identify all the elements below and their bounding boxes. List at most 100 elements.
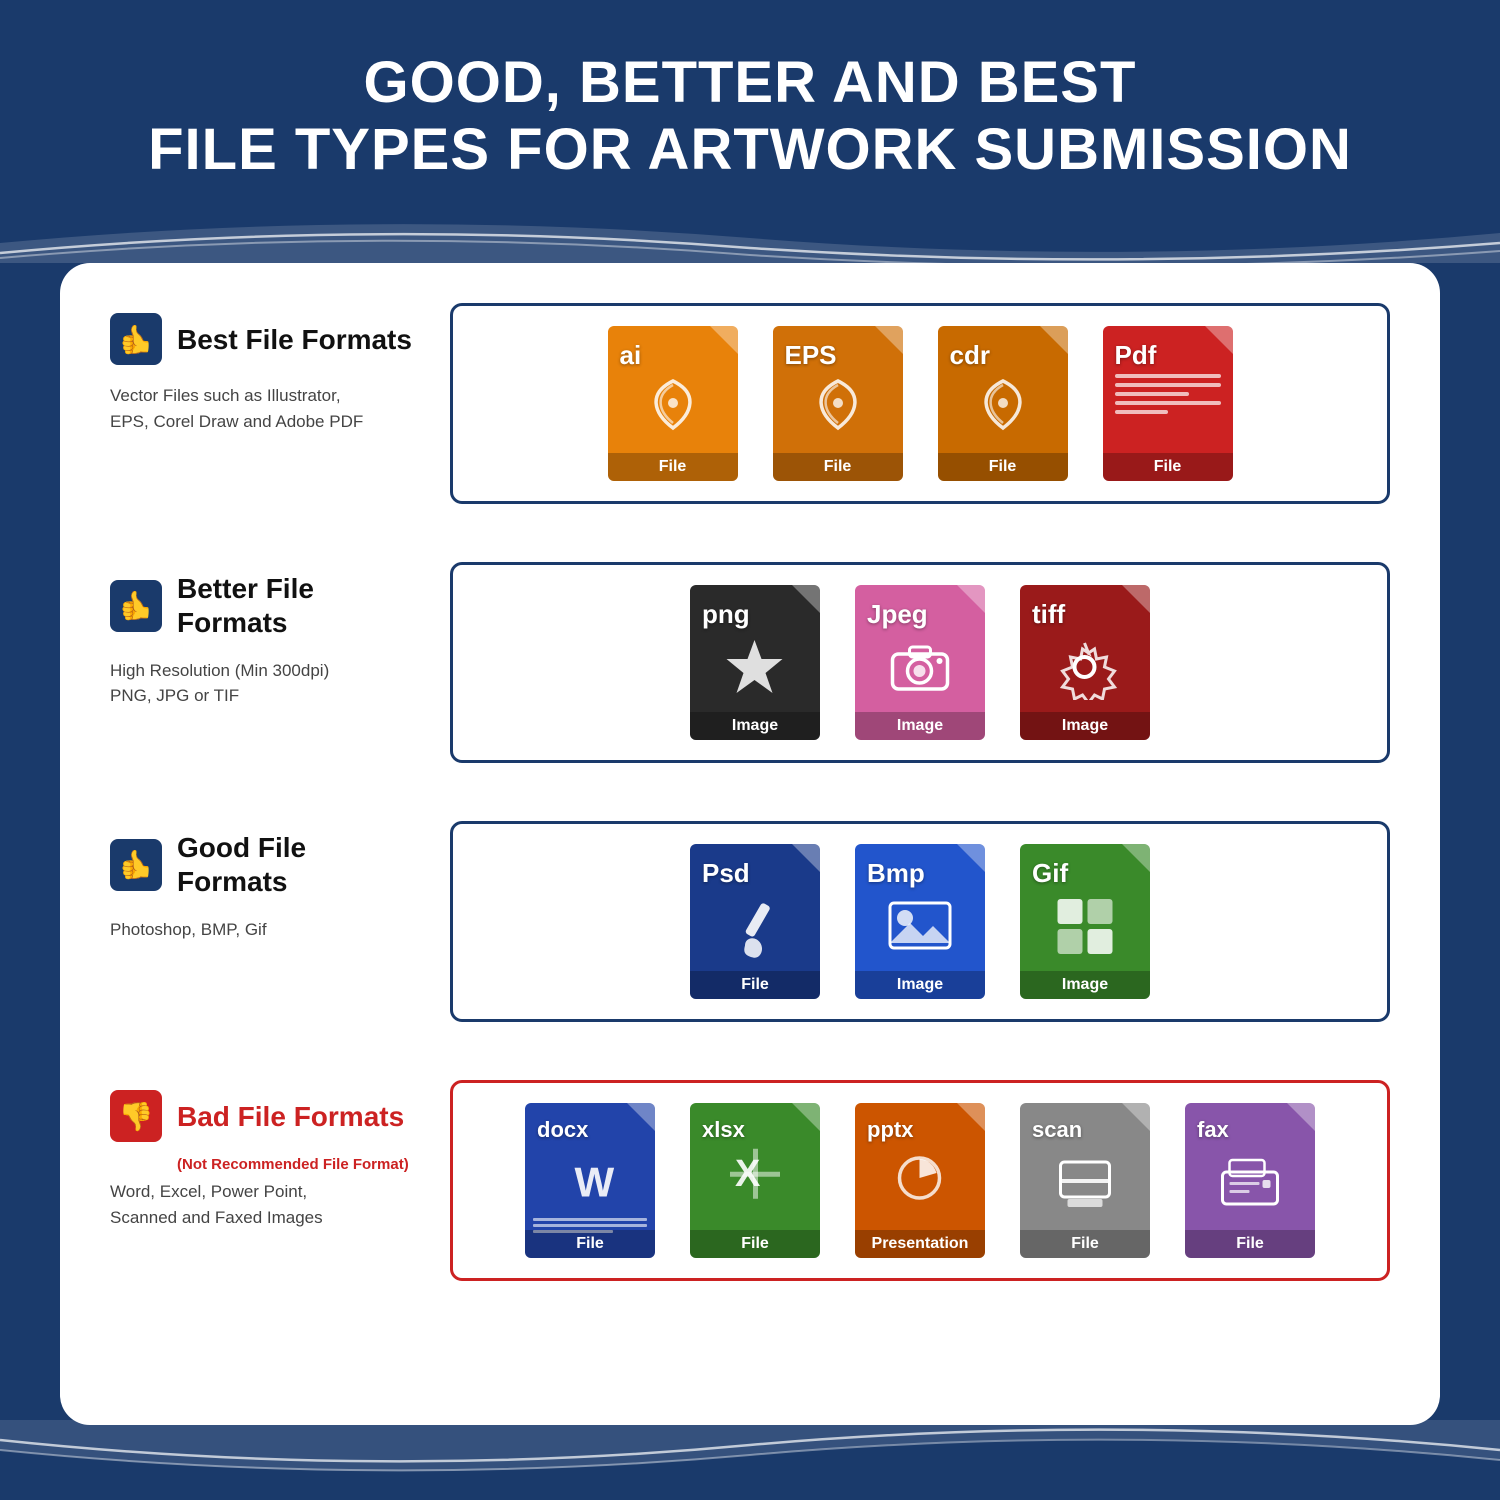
file-label-eps: File — [773, 453, 903, 481]
bad-files: docx W File — [450, 1080, 1390, 1281]
file-icon-pdf: Pdf File — [1098, 326, 1238, 481]
file-icon-ai: ai File — [603, 326, 743, 481]
bad-desc: Word, Excel, Power Point,Scanned and Fax… — [110, 1179, 323, 1230]
better-title: Better File Formats — [177, 572, 420, 639]
fax-icon — [1218, 1152, 1283, 1217]
brush-icon — [725, 897, 785, 967]
file-ext-jpeg: Jpeg — [867, 599, 928, 630]
file-card-png: png Image — [690, 585, 820, 740]
fold-pdf — [1205, 326, 1233, 354]
fold-eps — [875, 326, 903, 354]
fold-ai — [710, 326, 738, 354]
file-ext-xlsx: xlsx — [702, 1117, 745, 1143]
good-thumb-icon: 👍 — [110, 839, 162, 891]
scan-icon — [1053, 1157, 1118, 1217]
file-ext-bmp: Bmp — [867, 858, 925, 889]
file-icon-cdr: cdr File — [933, 326, 1073, 481]
file-ext-cdr: cdr — [950, 340, 990, 371]
fold-fax — [1287, 1103, 1315, 1131]
file-card-eps: EPS File — [773, 326, 903, 481]
file-card-docx: docx W File — [525, 1103, 655, 1258]
best-thumb-wrapper: 👍 Best File Formats — [110, 313, 412, 365]
header-swoosh — [0, 203, 1500, 263]
bad-thumb-icon: 👎 — [110, 1090, 162, 1142]
fold-xlsx — [792, 1103, 820, 1131]
file-label-xlsx: File — [690, 1230, 820, 1258]
pdf-lines — [1115, 374, 1221, 414]
best-label: 👍 Best File Formats Vector Files such as… — [110, 303, 450, 504]
file-card-xlsx: xlsx X File — [690, 1103, 820, 1258]
excel-icon: X — [725, 1144, 785, 1209]
thumbs-up-icon: 👍 — [119, 323, 154, 356]
word-icon: W — [563, 1156, 618, 1221]
file-label-fax: File — [1185, 1230, 1315, 1258]
file-label-gif: Image — [1020, 971, 1150, 999]
ppt-icon — [893, 1151, 948, 1211]
file-icon-pptx: pptx Presentation — [850, 1103, 990, 1258]
fold-png — [792, 585, 820, 613]
file-card-jpeg: Jpeg Image — [855, 585, 985, 740]
file-ext-pdf: Pdf — [1115, 340, 1157, 371]
sections-wrapper: 👍 Best File Formats Vector Files such as… — [110, 303, 1390, 1311]
file-icon-bmp: Bmp Image — [850, 844, 990, 999]
thumbs-up-icon-good: 👍 — [119, 848, 154, 881]
file-label-docx: File — [525, 1230, 655, 1258]
fold-jpeg — [957, 585, 985, 613]
file-label-pptx: Presentation — [855, 1230, 985, 1258]
fold-tiff — [1122, 585, 1150, 613]
bad-subtitle: (Not Recommended File Format) — [177, 1156, 409, 1173]
file-label-scan: File — [1020, 1230, 1150, 1258]
file-ext-tiff: tiff — [1032, 599, 1065, 630]
best-title: Best File Formats — [177, 323, 412, 357]
file-card-ai: ai File — [608, 326, 738, 481]
gear-icon — [1053, 635, 1118, 705]
file-icon-png: png Image — [685, 585, 825, 740]
better-thumb-wrapper: 👍 Better File Formats — [110, 572, 420, 639]
header-title: GOOD, BETTER AND BEST FILE TYPES FOR ART… — [20, 50, 1480, 183]
file-card-bmp: Bmp Image — [855, 844, 985, 999]
bad-section-row: 👎 Bad File Formats (Not Recommended File… — [110, 1080, 1390, 1281]
vector-icon-ai — [643, 373, 703, 445]
file-card-psd: Psd File — [690, 844, 820, 999]
best-files: ai File — [450, 303, 1390, 504]
file-ext-ai: ai — [620, 340, 642, 371]
bad-title: Bad File Formats — [177, 1100, 404, 1134]
best-thumb-icon: 👍 — [110, 313, 162, 365]
file-card-cdr: cdr File — [938, 326, 1068, 481]
good-files: Psd File — [450, 821, 1390, 1022]
thumbs-down-icon: 👎 — [119, 1100, 154, 1133]
file-label-bmp: Image — [855, 971, 985, 999]
file-icon-tiff: tiff Image — [1015, 585, 1155, 740]
file-ext-scan: scan — [1032, 1117, 1082, 1143]
file-icon-psd: Psd File — [685, 844, 825, 999]
better-desc: High Resolution (Min 300dpi)PNG, JPG or … — [110, 658, 329, 709]
bad-thumb-wrapper: 👎 Bad File Formats — [110, 1090, 404, 1142]
grid-icon — [1053, 894, 1118, 964]
fold-psd — [792, 844, 820, 872]
better-files: png Image Jpeg — [450, 562, 1390, 763]
file-icon-fax: fax File — [1180, 1103, 1320, 1258]
file-label-pdf: File — [1103, 453, 1233, 481]
fold-docx — [627, 1103, 655, 1131]
file-icon-gif: Gif Image — [1015, 844, 1155, 999]
file-icon-docx: docx W File — [520, 1103, 660, 1258]
file-label-cdr: File — [938, 453, 1068, 481]
good-title: Good File Formats — [177, 831, 420, 898]
file-icon-scan: scan File — [1015, 1103, 1155, 1258]
best-desc: Vector Files such as Illustrator,EPS, Co… — [110, 383, 363, 434]
file-label-tiff: Image — [1020, 712, 1150, 740]
better-thumb-icon: 👍 — [110, 580, 162, 632]
header: GOOD, BETTER AND BEST FILE TYPES FOR ART… — [0, 0, 1500, 213]
file-ext-png: png — [702, 599, 750, 630]
file-ext-pptx: pptx — [867, 1117, 913, 1143]
file-label-ai: File — [608, 453, 738, 481]
white-card: 👍 Best File Formats Vector Files such as… — [60, 263, 1440, 1425]
file-card-tiff: tiff Image — [1020, 585, 1150, 740]
file-icon-jpeg: Jpeg Image — [850, 585, 990, 740]
good-label: 👍 Good File Formats Photoshop, BMP, Gif — [110, 821, 450, 1022]
better-section-row: 👍 Better File Formats High Resolution (M… — [110, 562, 1390, 763]
fold-bmp — [957, 844, 985, 872]
vector-icon-cdr — [973, 373, 1033, 445]
bottom-swoosh — [0, 1420, 1500, 1500]
fold-scan — [1122, 1103, 1150, 1131]
